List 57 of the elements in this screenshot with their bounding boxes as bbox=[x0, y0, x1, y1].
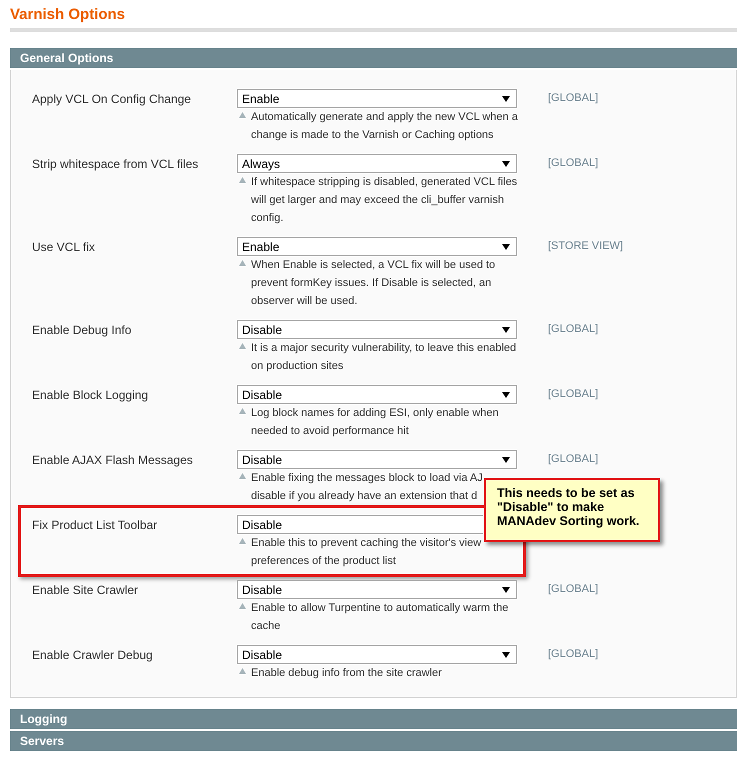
triangle-icon bbox=[239, 112, 246, 118]
field-label: Enable AJAX Flash Messages bbox=[32, 452, 194, 469]
field-label: Strip whitespace from VCL files bbox=[32, 156, 200, 173]
scope-label: [GLOBAL] bbox=[548, 387, 600, 402]
triangle-icon bbox=[239, 260, 246, 266]
caret-icon bbox=[502, 456, 510, 462]
scope-label: [GLOBAL] bbox=[548, 647, 600, 662]
field-label: Enable Site Crawler bbox=[32, 582, 140, 599]
triangle-icon bbox=[239, 538, 246, 544]
dropdown[interactable]: Enable bbox=[237, 237, 517, 256]
scope-label: [GLOBAL] bbox=[548, 156, 600, 171]
triangle-icon bbox=[239, 473, 246, 479]
field-label: Apply VCL On Config Change bbox=[32, 91, 192, 108]
triangle-icon bbox=[239, 603, 246, 609]
dropdown[interactable]: Always bbox=[237, 154, 517, 173]
hint-text: Enable to allow Turpentine to automatically warm the cache bbox=[251, 601, 508, 634]
field-label: Fix Product List Toolbar bbox=[32, 517, 158, 534]
caret-icon bbox=[502, 392, 510, 398]
triangle-icon bbox=[239, 343, 246, 349]
dropdown[interactable]: Disable bbox=[237, 385, 517, 404]
caret-icon bbox=[502, 96, 510, 102]
scope-label: [GLOBAL] bbox=[548, 322, 600, 337]
caret-icon bbox=[502, 244, 510, 250]
triangle-icon bbox=[239, 668, 246, 674]
dropdown[interactable]: Enable bbox=[237, 89, 517, 108]
scope-label: [GLOBAL] bbox=[548, 91, 600, 106]
hint-text: Enable this to prevent caching the visitor's view preferences of the product list bbox=[251, 536, 482, 569]
scope-label: [GLOBAL] bbox=[548, 582, 600, 597]
page-title: Varnish Options bbox=[9, 5, 126, 25]
field-label: Enable Block Logging bbox=[32, 387, 150, 404]
field-label: Use VCL fix bbox=[32, 239, 96, 256]
triangle-icon bbox=[239, 177, 246, 183]
caret-icon bbox=[502, 326, 510, 332]
hint-text: Automatically generate and apply the new VCL when a change is made to the Varnish or Caching options bbox=[251, 110, 518, 143]
hint-text: When Enable is selected, a VCL fix will be used to prevent formKey issues. If Disable is selected, an observer will be used. bbox=[251, 258, 496, 309]
annotation-tooltip: This needs to be set as "Disable" to make MANAdev Sorting work. bbox=[484, 478, 660, 542]
hint-text: Log block names for adding ESI, only enable when needed to avoid performance hit bbox=[251, 406, 499, 439]
dropdown[interactable]: Disable bbox=[237, 580, 517, 599]
scope-label: [STORE VIEW] bbox=[548, 239, 624, 254]
dropdown[interactable]: Disable bbox=[237, 645, 517, 664]
section-header[interactable]: General Options bbox=[10, 48, 737, 68]
triangle-icon bbox=[239, 408, 246, 414]
hint-text: Enable fixing the messages block to load via AJ disable if you already have an extension that d bbox=[251, 471, 483, 504]
hint-text: If whitespace stripping is disabled, generated VCL files will get larger and may exceed the cli_buffer varnish config. bbox=[251, 175, 518, 226]
caret-icon bbox=[502, 160, 510, 166]
hint-text: It is a major security vulnerability, to leave this enabled on production sites bbox=[251, 341, 516, 374]
caret-icon bbox=[502, 586, 510, 592]
field-label: Enable Debug Info bbox=[32, 322, 132, 339]
field-label: Enable Crawler Debug bbox=[32, 647, 154, 664]
scope-label: [GLOBAL] bbox=[548, 452, 600, 467]
section-header[interactable]: Logging bbox=[10, 709, 737, 729]
section-header[interactable]: Servers bbox=[10, 731, 737, 751]
dropdown[interactable]: Disable bbox=[237, 320, 517, 339]
hint-text: Enable debug info from the site crawler bbox=[251, 666, 442, 681]
dropdown[interactable]: Disable bbox=[237, 515, 483, 534]
caret-icon bbox=[502, 652, 510, 658]
dropdown[interactable]: Disable bbox=[237, 450, 517, 469]
